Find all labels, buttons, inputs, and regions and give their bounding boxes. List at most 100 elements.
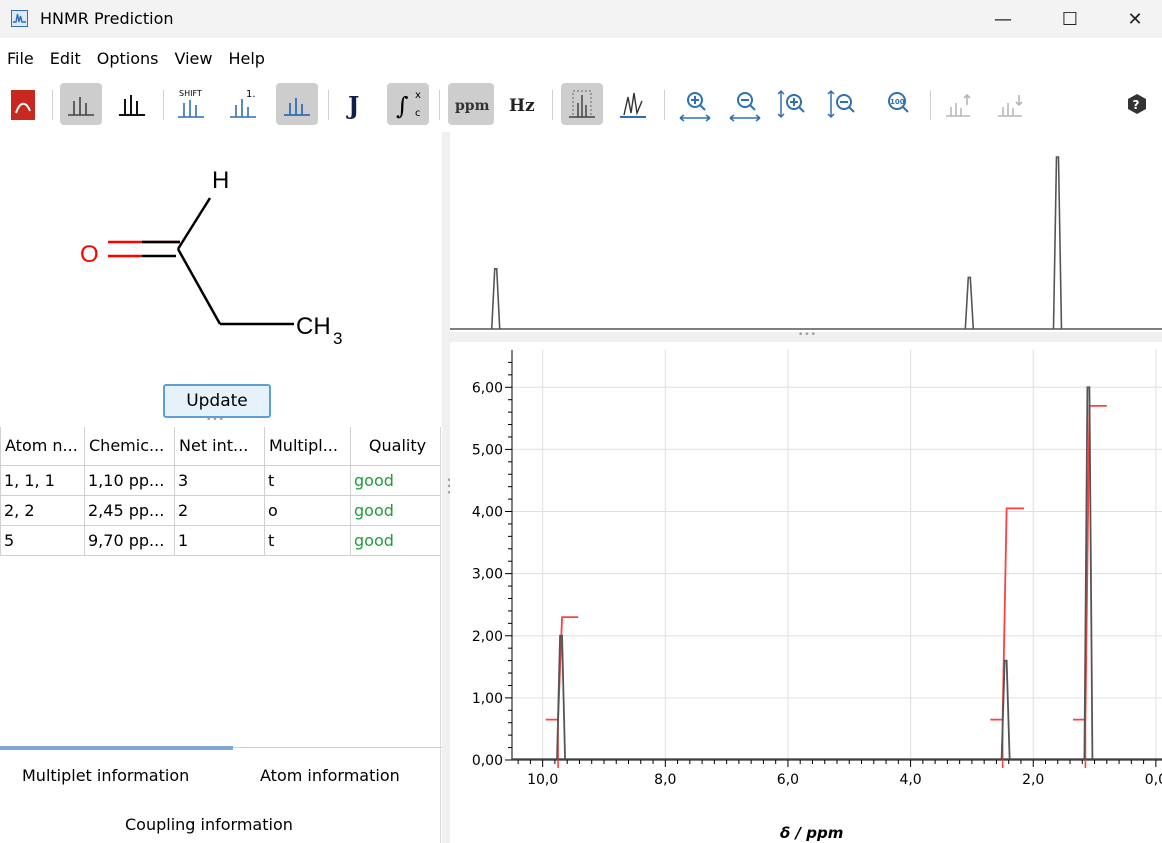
increase-peaks-button[interactable] <box>938 83 980 125</box>
peak-region-icon <box>569 90 595 118</box>
zoom-in-horizontal-icon <box>679 92 711 122</box>
y-tick-label: 6,00 <box>472 380 503 396</box>
close-button[interactable]: ✕ <box>1112 0 1158 38</box>
minimize-button[interactable]: — <box>980 0 1026 38</box>
table-row[interactable]: 2, 2 2,45 pp... 2 o good <box>0 494 441 526</box>
column-header-atom[interactable]: Atom n... <box>0 427 85 466</box>
integral-curves <box>545 405 1107 768</box>
zoom-out-vertical-button[interactable] <box>822 83 864 125</box>
zoom-in-vertical-button[interactable] <box>772 83 814 125</box>
molecule-structure[interactable]: O H CH 3 <box>0 132 442 382</box>
stick-spectrum-icon <box>119 95 145 116</box>
pdf-export-button[interactable] <box>2 83 44 125</box>
zoom-out-horizontal-icon <box>729 92 761 122</box>
column-header-multiplicity[interactable]: Multipl... <box>264 427 351 466</box>
tab-multiplet-information[interactable]: Multiplet information <box>22 766 189 785</box>
svg-text:?: ? <box>1133 98 1140 112</box>
menu-options[interactable]: Options <box>90 44 166 74</box>
app-icon <box>11 10 28 27</box>
y-tick-label: 2,00 <box>472 629 503 645</box>
numbering-button[interactable]: 1. <box>222 83 264 125</box>
cell-atom: 5 <box>0 524 85 556</box>
menu-view[interactable]: View <box>168 44 220 74</box>
svg-text:1.: 1. <box>246 89 256 100</box>
peak-region-button[interactable] <box>561 83 603 125</box>
maximize-button[interactable]: ☐ <box>1047 0 1093 38</box>
spectrum-stick-button[interactable] <box>111 83 153 125</box>
menu-file[interactable]: File <box>0 44 41 74</box>
info-tabs: Multiplet information Atom information C… <box>0 746 442 843</box>
column-header-net-intensity[interactable]: Net int... <box>174 427 265 466</box>
atom-hydrogen: H <box>212 167 229 194</box>
numbering-icon: 1. <box>230 89 256 118</box>
cell-atom: 2, 2 <box>0 494 85 526</box>
cell-shift: 2,45 pp... <box>84 494 175 526</box>
x-tick-label: 2,0 <box>1022 772 1044 788</box>
cell-intensity: 2 <box>174 494 265 526</box>
tab-coupling-information[interactable]: Coupling information <box>125 815 293 834</box>
pdf-icon <box>11 90 35 120</box>
multiplet-icon <box>284 98 310 116</box>
overview-peak <box>1052 156 1063 330</box>
hz-button[interactable]: Hz <box>500 83 542 125</box>
cell-shift: 1,10 pp... <box>84 464 175 496</box>
zoom-reset-button[interactable]: 100 <box>877 83 919 125</box>
splitter-handle[interactable]: ••• <box>206 415 225 425</box>
x-tick-label: 10,0 <box>527 772 558 788</box>
ppm-button[interactable]: ppm <box>448 83 494 125</box>
column-header-chemical-shift[interactable]: Chemic... <box>84 427 175 466</box>
x-tick-label: 8,0 <box>654 772 676 788</box>
zoom-in-horizontal-button[interactable] <box>674 83 716 125</box>
overview-spectrum[interactable] <box>450 132 1162 332</box>
spectrum-gray-button[interactable] <box>60 83 102 125</box>
decrease-peaks-button[interactable] <box>990 83 1032 125</box>
zoom-out-horizontal-button[interactable] <box>724 83 766 125</box>
coupling-j-button[interactable]: J <box>336 83 378 125</box>
svg-text:100: 100 <box>890 98 905 106</box>
y-tick-label: 4,00 <box>472 505 503 521</box>
vertical-splitter[interactable]: ••• <box>442 132 453 843</box>
cell-shift: 9,70 pp... <box>84 524 175 556</box>
cell-multiplicity: o <box>264 494 351 526</box>
column-header-quality[interactable]: Quality <box>350 427 441 466</box>
title-bar: HNMR Prediction — ☐ ✕ <box>0 0 1162 38</box>
plot-axes <box>511 350 1162 761</box>
multiplet-display-button[interactable] <box>276 83 318 125</box>
overlay-icon <box>620 92 646 118</box>
left-panel: O H CH 3 Update ••• Atom n... Chemic... … <box>0 132 442 843</box>
menu-help[interactable]: Help <box>221 44 271 74</box>
shift-labels-button[interactable]: SHIFT <box>170 83 212 125</box>
spectrum-icon <box>68 97 94 116</box>
atom-oxygen: O <box>80 241 99 268</box>
hz-icon: Hz <box>509 96 535 116</box>
y-tick-label: 1,00 <box>472 691 503 707</box>
minimize-icon: — <box>994 8 1012 30</box>
x-tick-label: 6,0 <box>777 772 799 788</box>
spectrum-plot[interactable]: 10,0 8,0 6,0 4,0 2,0 0,0 0,00 1,00 2,00 3,00 4,00 5… <box>450 342 1162 843</box>
help-button[interactable]: ? <box>1116 83 1158 125</box>
update-button[interactable]: Update <box>163 384 271 418</box>
menu-edit[interactable]: Edit <box>43 44 88 74</box>
svg-text:Hz: Hz <box>509 96 535 116</box>
y-tick-label: 5,00 <box>472 442 503 458</box>
zoom-in-vertical-icon <box>777 89 805 119</box>
svg-text:ppm: ppm <box>455 98 490 114</box>
table-row[interactable]: 5 9,70 pp... 1 t good <box>0 524 441 556</box>
cell-intensity: 1 <box>174 524 265 556</box>
tab-atom-information[interactable]: Atom information <box>260 766 400 785</box>
table-row[interactable]: 1, 1, 1 1,10 pp... 3 t good <box>0 464 441 496</box>
menu-bar: File Edit Options View Help <box>0 44 274 74</box>
overview-peaks <box>450 156 1162 330</box>
shift-icon: SHIFT <box>178 89 204 118</box>
integral-button[interactable]: ∫ x c <box>387 83 429 125</box>
peaks-down-icon <box>998 95 1023 117</box>
y-tick-label: 3,00 <box>472 567 503 583</box>
overview-peak <box>490 268 501 330</box>
j-icon: J <box>346 91 359 120</box>
svg-text:c: c <box>415 108 421 119</box>
table-header-row: Atom n... Chemic... Net int... Multipl..… <box>0 427 441 466</box>
horizontal-splitter[interactable]: ••• <box>450 330 1162 342</box>
toolbar: SHIFT 1. J ∫ x c ppm Hz 100 ? <box>0 80 1162 130</box>
zoom-out-vertical-icon <box>827 89 855 119</box>
overlay-spectrum-button[interactable] <box>612 83 654 125</box>
